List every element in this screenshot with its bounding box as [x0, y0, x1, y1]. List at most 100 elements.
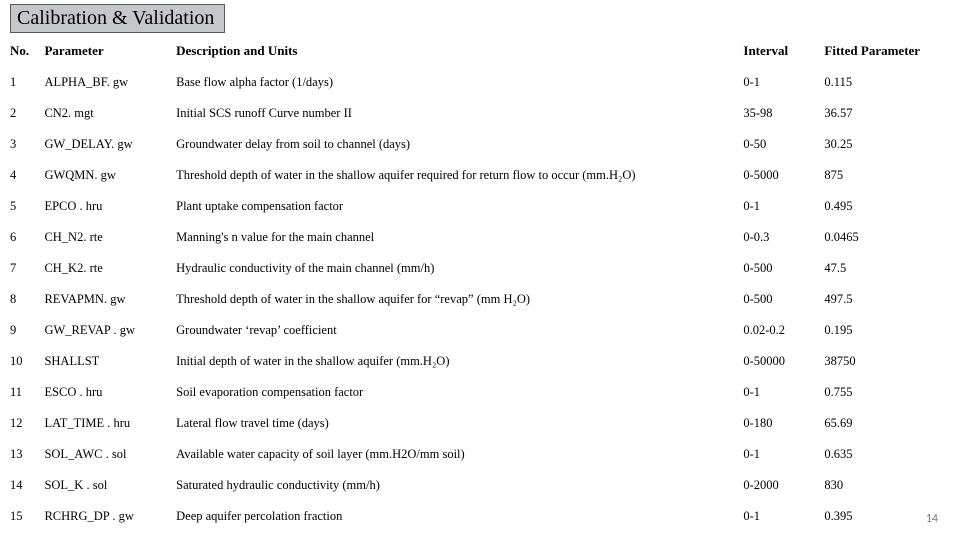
table-row: 7CH_K2. rteHydraulic conductivity of the… [10, 253, 946, 284]
table-row: 8REVAPMN. gwThreshold depth of water in … [10, 284, 946, 315]
cell-fitted: 30.25 [824, 129, 946, 160]
cell-param: CH_K2. rte [44, 253, 176, 284]
cell-param: RCHRG_DP . gw [44, 501, 176, 532]
cell-param: SHALLST [44, 346, 176, 377]
cell-no: 6 [10, 222, 44, 253]
cell-interval: 0-5000 [743, 160, 824, 191]
cell-fitted: 875 [824, 160, 946, 191]
cell-fitted: 0.195 [824, 315, 946, 346]
cell-interval: 0-50000 [743, 346, 824, 377]
table-body: 1ALPHA_BF. gwBase flow alpha factor (1/d… [10, 67, 946, 532]
cell-desc: Groundwater delay from soil to channel (… [176, 129, 743, 160]
cell-param: EPCO . hru [44, 191, 176, 222]
cell-interval: 0-0.3 [743, 222, 824, 253]
cell-param: GWQMN. gw [44, 160, 176, 191]
parameter-table: No. Parameter Description and Units Inte… [10, 39, 946, 532]
cell-interval: 35-98 [743, 98, 824, 129]
cell-param: SOL_K . sol [44, 470, 176, 501]
cell-fitted: 38750 [824, 346, 946, 377]
cell-param: ESCO . hru [44, 377, 176, 408]
header-fitted: Fitted Parameter [824, 39, 946, 67]
cell-param: SOL_AWC . sol [44, 439, 176, 470]
cell-desc: Groundwater ‘revap’ coefficient [176, 315, 743, 346]
table-row: 6CH_N2. rteManning's n value for the mai… [10, 222, 946, 253]
table-row: 10SHALLSTInitial depth of water in the s… [10, 346, 946, 377]
cell-desc: Lateral flow travel time (days) [176, 408, 743, 439]
cell-no: 14 [10, 470, 44, 501]
table-row: 15RCHRG_DP . gwDeep aquifer percolation … [10, 501, 946, 532]
cell-interval: 0-1 [743, 67, 824, 98]
cell-desc: Initial depth of water in the shallow aq… [176, 346, 743, 377]
cell-param: GW_REVAP . gw [44, 315, 176, 346]
cell-no: 1 [10, 67, 44, 98]
cell-fitted: 36.57 [824, 98, 946, 129]
table-row: 14SOL_K . solSaturated hydraulic conduct… [10, 470, 946, 501]
cell-interval: 0-500 [743, 284, 824, 315]
table-row: 3GW_DELAY. gwGroundwater delay from soil… [10, 129, 946, 160]
page-number: 14 [926, 512, 938, 526]
cell-no: 8 [10, 284, 44, 315]
cell-param: CN2. mgt [44, 98, 176, 129]
cell-desc: Threshold depth of water in the shallow … [176, 284, 743, 315]
cell-desc: Plant uptake compensation factor [176, 191, 743, 222]
cell-fitted: 830 [824, 470, 946, 501]
page: Calibration & Validation No. Parameter D… [0, 0, 960, 540]
cell-no: 10 [10, 346, 44, 377]
cell-interval: 0-180 [743, 408, 824, 439]
cell-desc: Manning's n value for the main channel [176, 222, 743, 253]
cell-fitted: 47.5 [824, 253, 946, 284]
cell-fitted: 0.495 [824, 191, 946, 222]
cell-no: 13 [10, 439, 44, 470]
cell-interval: 0-50 [743, 129, 824, 160]
cell-desc: Saturated hydraulic conductivity (mm/h) [176, 470, 743, 501]
cell-desc: Initial SCS runoff Curve number II [176, 98, 743, 129]
table-row: 2CN2. mgtInitial SCS runoff Curve number… [10, 98, 946, 129]
table-row: 4GWQMN. gwThreshold depth of water in th… [10, 160, 946, 191]
cell-param: ALPHA_BF. gw [44, 67, 176, 98]
cell-interval: 0.02-0.2 [743, 315, 824, 346]
cell-no: 15 [10, 501, 44, 532]
cell-param: GW_DELAY. gw [44, 129, 176, 160]
cell-interval: 0-1 [743, 501, 824, 532]
cell-fitted: 0.0465 [824, 222, 946, 253]
table-row: 5EPCO . hruPlant uptake compensation fac… [10, 191, 946, 222]
cell-no: 11 [10, 377, 44, 408]
cell-no: 12 [10, 408, 44, 439]
table-row: 11ESCO . hruSoil evaporation compensatio… [10, 377, 946, 408]
cell-no: 7 [10, 253, 44, 284]
header-desc: Description and Units [176, 39, 743, 67]
table-row: 12LAT_TIME . hruLateral flow travel time… [10, 408, 946, 439]
cell-interval: 0-2000 [743, 470, 824, 501]
cell-desc: Soil evaporation compensation factor [176, 377, 743, 408]
cell-fitted: 0.755 [824, 377, 946, 408]
cell-no: 4 [10, 160, 44, 191]
cell-fitted: 0.635 [824, 439, 946, 470]
cell-interval: 0-1 [743, 377, 824, 408]
header-parameter: Parameter [44, 39, 176, 67]
table-row: 9GW_REVAP . gwGroundwater ‘revap’ coeffi… [10, 315, 946, 346]
table-row: 13SOL_AWC . solAvailable water capacity … [10, 439, 946, 470]
header-no: No. [10, 39, 44, 67]
header-interval: Interval [743, 39, 824, 67]
table-row: 1ALPHA_BF. gwBase flow alpha factor (1/d… [10, 67, 946, 98]
cell-no: 3 [10, 129, 44, 160]
cell-fitted: 65.69 [824, 408, 946, 439]
cell-interval: 0-1 [743, 439, 824, 470]
cell-no: 2 [10, 98, 44, 129]
cell-param: REVAPMN. gw [44, 284, 176, 315]
cell-desc: Hydraulic conductivity of the main chann… [176, 253, 743, 284]
cell-desc: Deep aquifer percolation fraction [176, 501, 743, 532]
table-header-row: No. Parameter Description and Units Inte… [10, 39, 946, 67]
cell-interval: 0-500 [743, 253, 824, 284]
cell-interval: 0-1 [743, 191, 824, 222]
cell-desc: Available water capacity of soil layer (… [176, 439, 743, 470]
cell-fitted: 0.115 [824, 67, 946, 98]
cell-no: 5 [10, 191, 44, 222]
cell-desc: Base flow alpha factor (1/days) [176, 67, 743, 98]
cell-no: 9 [10, 315, 44, 346]
cell-param: LAT_TIME . hru [44, 408, 176, 439]
page-title: Calibration & Validation [10, 4, 225, 33]
cell-desc: Threshold depth of water in the shallow … [176, 160, 743, 191]
cell-param: CH_N2. rte [44, 222, 176, 253]
cell-fitted: 497.5 [824, 284, 946, 315]
